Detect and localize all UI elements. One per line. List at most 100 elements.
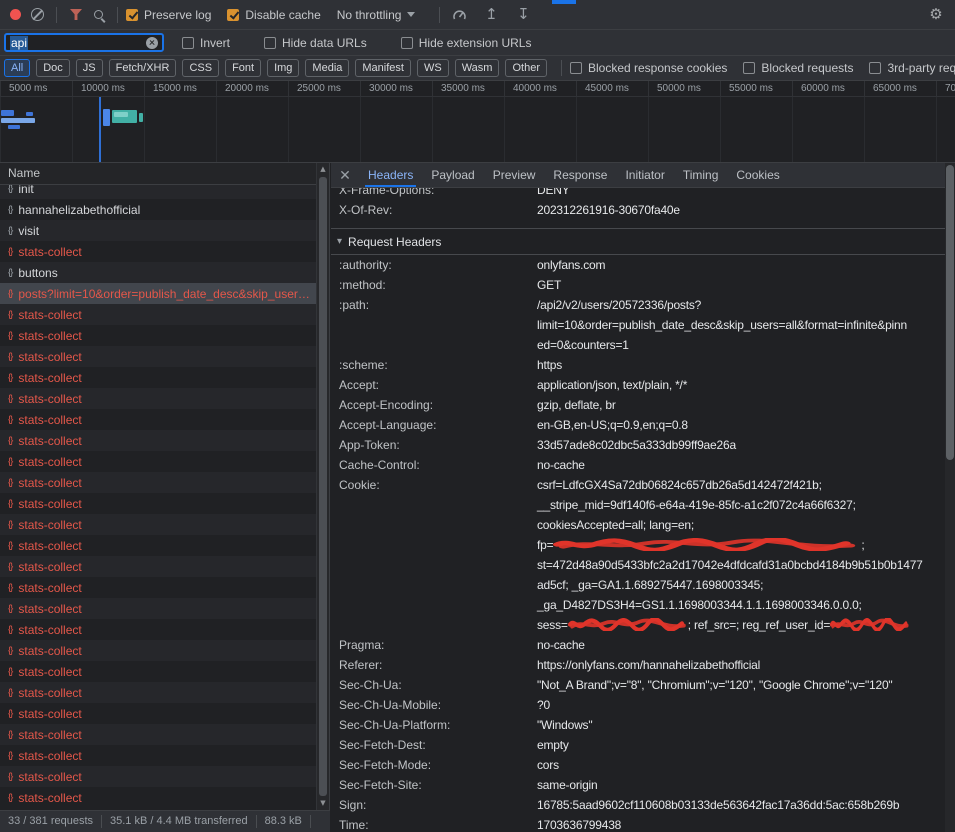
- header-row: Accept: application/json, text/plain, */…: [331, 375, 945, 395]
- request-row[interactable]: {} stats-collect: [0, 661, 329, 682]
- request-row[interactable]: {} stats-collect: [0, 724, 329, 745]
- request-row[interactable]: {} stats-collect: [0, 325, 329, 346]
- waterfall-activity-bar: [1, 110, 14, 116]
- cookie-line: __stripe_mid=9df140f6-e64a-419e-85fc-a1c…: [537, 495, 945, 515]
- request-row[interactable]: {} stats-collect: [0, 535, 329, 556]
- type-filter-chip[interactable]: WS: [417, 59, 449, 77]
- export-har-button[interactable]: ↧: [512, 4, 534, 26]
- type-filter-chip[interactable]: Img: [267, 59, 299, 77]
- transferred-size: 35.1 kB / 4.4 MB transferred: [102, 815, 257, 828]
- redaction-scribble-icon: [568, 618, 688, 631]
- clear-button[interactable]: [26, 4, 48, 26]
- header-row: App-Token: 33d57ade8c02dbc5a333db99ff9ae…: [331, 435, 945, 455]
- request-row[interactable]: {} hannahelizabethofficial: [0, 199, 329, 220]
- type-filter-chip[interactable]: Manifest: [355, 59, 411, 77]
- filter-input[interactable]: api: [4, 33, 164, 52]
- type-filter-chip[interactable]: Doc: [36, 59, 70, 77]
- request-row[interactable]: {} stats-collect: [0, 766, 329, 787]
- request-row[interactable]: {} stats-collect: [0, 409, 329, 430]
- redaction-scribble-icon: [830, 618, 910, 631]
- filter-checkbox-label: Blocked response cookies: [588, 61, 727, 75]
- request-name: stats-collect: [18, 623, 81, 637]
- details-tab[interactable]: Initiator: [616, 163, 673, 187]
- request-name: stats-collect: [18, 665, 81, 679]
- request-row[interactable]: {} visit: [0, 220, 329, 241]
- settings-button[interactable]: ⚙: [925, 4, 947, 26]
- type-filter-chip[interactable]: Other: [505, 59, 547, 77]
- details-tab[interactable]: Timing: [674, 163, 728, 187]
- type-filter-chip[interactable]: CSS: [182, 59, 219, 77]
- request-row[interactable]: {} stats-collect: [0, 703, 329, 724]
- request-row[interactable]: {} stats-collect: [0, 640, 329, 661]
- request-row[interactable]: {} stats-collect: [0, 367, 329, 388]
- request-headers-section[interactable]: ▾ Request Headers: [331, 228, 945, 255]
- request-row[interactable]: {} stats-collect: [0, 241, 329, 262]
- overview-waterfall[interactable]: [0, 97, 955, 162]
- filter-checkbox[interactable]: Blocked requests: [743, 61, 853, 75]
- hide-extension-urls-checkbox[interactable]: Hide extension URLs: [401, 36, 532, 50]
- details-tab[interactable]: Payload: [422, 163, 483, 187]
- request-row[interactable]: {} stats-collect: [0, 556, 329, 577]
- request-row[interactable]: {} stats-collect: [0, 472, 329, 493]
- request-row[interactable]: {} stats-collect: [0, 682, 329, 703]
- request-row[interactable]: {} stats-collect: [0, 619, 329, 640]
- header-row: Sec-Fetch-Dest: empty: [331, 735, 945, 755]
- type-filter-chip[interactable]: Wasm: [455, 59, 500, 77]
- overview-selection-line[interactable]: [99, 97, 101, 162]
- request-row[interactable]: {} stats-collect: [0, 598, 329, 619]
- header-row: Sec-Ch-Ua: "Not_A Brand";v="8", "Chromiu…: [331, 675, 945, 695]
- hide-data-urls-label: Hide data URLs: [282, 36, 367, 50]
- header-key: Accept-Encoding:: [339, 395, 537, 415]
- close-icon[interactable]: ✕: [331, 167, 359, 184]
- request-row[interactable]: {} stats-collect: [0, 451, 329, 472]
- request-row[interactable]: {} stats-collect: [0, 346, 329, 367]
- filter-checkbox[interactable]: Blocked response cookies: [570, 61, 727, 75]
- scrollbar-thumb[interactable]: [319, 177, 327, 796]
- request-list-scrollbar[interactable]: ▲ ▼: [316, 163, 329, 810]
- request-row[interactable]: {} posts?limit=10&order=publish_date_des…: [0, 283, 329, 304]
- header-row: X-Frame-Options: DENY: [331, 188, 945, 200]
- network-conditions-button[interactable]: [448, 4, 470, 26]
- waterfall-activity-bar: [8, 125, 20, 129]
- type-filter-chip[interactable]: JS: [76, 59, 103, 77]
- request-row[interactable]: {} stats-collect: [0, 514, 329, 535]
- record-button[interactable]: [4, 4, 26, 26]
- details-tab[interactable]: Preview: [484, 163, 545, 187]
- details-tab[interactable]: Cookies: [727, 163, 788, 187]
- clear-filter-icon[interactable]: [146, 37, 158, 49]
- hide-data-urls-checkbox[interactable]: Hide data URLs: [264, 36, 367, 50]
- network-overview[interactable]: 5000 ms10000 ms15000 ms20000 ms25000 ms3…: [0, 81, 955, 163]
- type-filter-chip[interactable]: Media: [305, 59, 349, 77]
- request-row[interactable]: {} stats-collect: [0, 304, 329, 325]
- request-row[interactable]: {} stats-collect: [0, 493, 329, 514]
- details-scrollbar[interactable]: [945, 163, 955, 832]
- scrollbar-thumb[interactable]: [946, 165, 954, 460]
- request-row[interactable]: {} stats-collect: [0, 388, 329, 409]
- details-tab[interactable]: Headers: [359, 163, 422, 187]
- disable-cache-checkbox[interactable]: Disable cache: [227, 8, 320, 22]
- throttling-dropdown[interactable]: No throttling: [337, 8, 416, 22]
- request-row[interactable]: {} stats-collect: [0, 745, 329, 766]
- preserve-log-checkbox[interactable]: Preserve log: [126, 8, 211, 22]
- search-button[interactable]: [87, 4, 109, 26]
- request-row[interactable]: {} init: [0, 185, 329, 199]
- header-value: "Not_A Brand";v="8", "Chromium";v="120",…: [537, 675, 945, 695]
- details-tab[interactable]: Response: [544, 163, 616, 187]
- name-column-header[interactable]: Name: [0, 163, 329, 185]
- import-har-button[interactable]: ↥: [480, 4, 502, 26]
- type-filter-chip[interactable]: All: [4, 59, 30, 77]
- request-row[interactable]: {} buttons: [0, 262, 329, 283]
- type-filter-chip[interactable]: Fetch/XHR: [109, 59, 177, 77]
- scroll-up-icon[interactable]: ▲: [317, 163, 329, 176]
- checkbox-checked-icon: [126, 9, 138, 21]
- request-row[interactable]: {} stats-collect: [0, 577, 329, 598]
- invert-checkbox[interactable]: Invert: [182, 36, 230, 50]
- filter-toggle-button[interactable]: [65, 4, 87, 26]
- scroll-down-icon[interactable]: ▼: [317, 797, 329, 810]
- request-headers-a: :authority: onlyfans.com :method: GET: [331, 255, 945, 295]
- request-row[interactable]: {} stats-collect: [0, 787, 329, 808]
- request-row[interactable]: {} stats-collect: [0, 430, 329, 451]
- filter-checkbox[interactable]: 3rd-party requests: [869, 61, 955, 75]
- type-filter-chip[interactable]: Font: [225, 59, 261, 77]
- filter-bar: api Invert Hide data URLs Hide extension…: [0, 30, 955, 56]
